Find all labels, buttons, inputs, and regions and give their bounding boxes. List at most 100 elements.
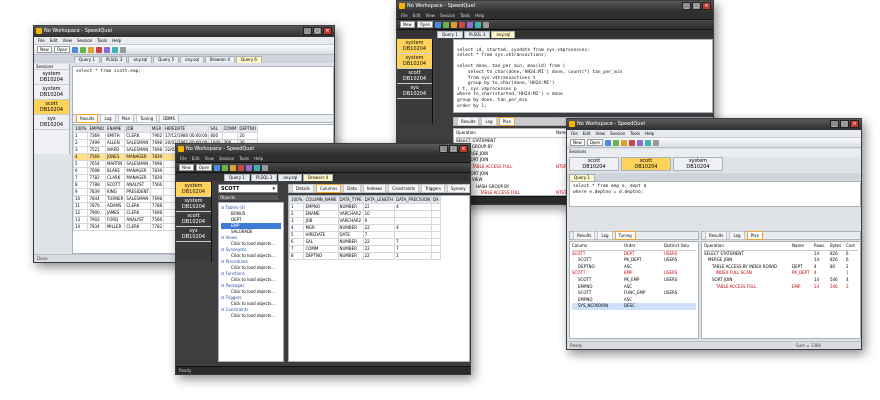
minimize-button[interactable]: _: [830, 120, 839, 128]
tab-query-6[interactable]: Query 6: [235, 56, 262, 63]
search-icon[interactable]: [653, 139, 660, 146]
table-row[interactable]: 2 ENAME VARCHAR2 10: [289, 210, 441, 218]
session-item[interactable]: scott DB10204: [176, 212, 211, 227]
menu-view[interactable]: View: [204, 155, 214, 162]
explain-plan-tree[interactable]: Operation Name Rows Bytes Cost SELECT STATEM…: [701, 241, 861, 339]
minimize-button[interactable]: _: [682, 2, 691, 10]
explain-icon[interactable]: [621, 139, 628, 146]
tuning-tree[interactable]: Column Order Distinct Valu SCOTT DEPT USERS S…: [569, 241, 699, 339]
menu-tools[interactable]: Tools: [460, 12, 470, 19]
tab-query-1[interactable]: Query 1: [569, 174, 595, 181]
tab-log[interactable]: Log: [100, 114, 116, 123]
menu-edit[interactable]: Edit: [583, 130, 591, 137]
rollback-icon[interactable]: [475, 21, 482, 28]
explain-icon[interactable]: [88, 46, 95, 53]
menu-help[interactable]: Help: [475, 12, 484, 19]
tab-results[interactable]: Results: [457, 117, 480, 126]
minimize-button[interactable]: _: [303, 27, 312, 35]
run-icon[interactable]: [80, 46, 87, 53]
new-button[interactable]: New: [37, 46, 52, 53]
maximize-button[interactable]: □: [449, 145, 458, 153]
maximize-button[interactable]: □: [313, 27, 322, 35]
tab-plan[interactable]: Plan: [498, 117, 516, 126]
session-item[interactable]: scott DB10204: [569, 157, 619, 171]
session-item[interactable]: system DB10204: [397, 39, 432, 54]
session-item[interactable]: sys DB10204: [397, 84, 432, 99]
menu-tools[interactable]: Tools: [97, 37, 107, 44]
rollback-icon[interactable]: [645, 139, 652, 146]
commit-icon[interactable]: [637, 139, 644, 146]
tab-details[interactable]: Details: [292, 184, 314, 193]
sql-editor[interactable]: select * from emp e, dept d where e.dept…: [569, 181, 861, 207]
menu-edit[interactable]: Edit: [192, 155, 200, 162]
tab-plsql-3[interactable]: PLSQL 3: [100, 56, 128, 63]
table-row[interactable]: 8 DEPTNO NUMBER 22 2: [289, 252, 441, 260]
session-item[interactable]: scott DB10204: [397, 69, 432, 84]
menu-file[interactable]: File: [571, 130, 578, 137]
tab-query-5[interactable]: Query 5: [153, 56, 180, 63]
menu-help[interactable]: Help: [254, 155, 263, 162]
tab-browser-4[interactable]: Browser 4: [303, 174, 334, 181]
columns-grid[interactable]: 100% COLUMN_NAME DATA_TYPE DATA_LENGTH DATA_…: [288, 195, 470, 362]
close-button[interactable]: ×: [850, 120, 859, 128]
tab-triggers[interactable]: Triggers: [421, 184, 445, 193]
commit-icon[interactable]: [104, 46, 111, 53]
tab-query-1[interactable]: Query 1: [224, 174, 250, 181]
rollback-icon[interactable]: [112, 46, 119, 53]
commit-icon[interactable]: [467, 21, 474, 28]
session-item[interactable]: system DB10204: [34, 85, 69, 100]
tab-any-sql[interactable]: any.sql: [491, 31, 516, 38]
tab-results[interactable]: Results: [705, 231, 728, 240]
menu-session[interactable]: Session: [219, 155, 234, 162]
search-icon[interactable]: [120, 46, 127, 53]
tab-log[interactable]: Log: [481, 117, 497, 126]
tab-query-1[interactable]: Query 1: [74, 56, 100, 63]
table-row[interactable]: 5 HIREDATE DATE 7: [289, 231, 441, 239]
save-icon[interactable]: [605, 139, 612, 146]
session-item[interactable]: system DB10204: [34, 70, 69, 85]
explain-icon[interactable]: [451, 21, 458, 28]
menu-edit[interactable]: Edit: [50, 37, 58, 44]
tab-tuning[interactable]: Tuning: [136, 114, 158, 123]
session-item[interactable]: system DB10204: [176, 197, 211, 212]
stop-icon[interactable]: [459, 21, 466, 28]
tree-item[interactable]: Click to load objects...: [221, 313, 281, 319]
session-item[interactable]: system DB10204: [397, 54, 432, 69]
table-row[interactable]: 6 SAL NUMBER 22 7: [289, 238, 441, 246]
tab-indexes[interactable]: Indexes: [362, 184, 387, 193]
tab-any-sql-2[interactable]: any.sql: [180, 56, 204, 63]
tab-synonyms[interactable]: Synony: [447, 184, 470, 193]
run-icon[interactable]: [613, 139, 620, 146]
tab-browser-4[interactable]: Browser 4: [204, 56, 235, 63]
open-button[interactable]: Open: [586, 139, 604, 146]
session-item[interactable]: system DB10204: [176, 182, 211, 197]
session-item[interactable]: system DB10204: [673, 157, 723, 171]
tab-tuning[interactable]: Tuning: [614, 231, 636, 240]
save-icon[interactable]: [72, 46, 79, 53]
tab-query-1[interactable]: Query 1: [437, 31, 463, 38]
close-button[interactable]: ×: [323, 27, 332, 35]
new-button[interactable]: New: [179, 164, 194, 171]
run-icon[interactable]: [443, 21, 450, 28]
tab-data[interactable]: Data: [343, 184, 361, 193]
tab-any-sql[interactable]: any.sql: [128, 56, 153, 63]
menu-tools[interactable]: Tools: [630, 130, 640, 137]
open-button[interactable]: Open: [416, 21, 434, 28]
minimize-button[interactable]: _: [439, 145, 448, 153]
maximize-button[interactable]: □: [840, 120, 849, 128]
table-row[interactable]: 7 COMM NUMBER 22 7: [289, 245, 441, 253]
close-button[interactable]: ×: [459, 145, 468, 153]
tab-log[interactable]: Log: [729, 231, 745, 240]
menu-help[interactable]: Help: [645, 130, 654, 137]
menu-file[interactable]: File: [401, 12, 408, 19]
stop-icon[interactable]: [96, 46, 103, 53]
explain-icon[interactable]: [230, 164, 237, 171]
menu-view[interactable]: View: [62, 37, 72, 44]
menu-view[interactable]: View: [595, 130, 605, 137]
tab-plan[interactable]: Plan: [746, 231, 764, 240]
stop-icon[interactable]: [629, 139, 636, 146]
open-button[interactable]: Open: [53, 46, 71, 53]
save-icon[interactable]: [435, 21, 442, 28]
tab-results[interactable]: Results: [76, 114, 99, 123]
search-icon[interactable]: [262, 164, 269, 171]
